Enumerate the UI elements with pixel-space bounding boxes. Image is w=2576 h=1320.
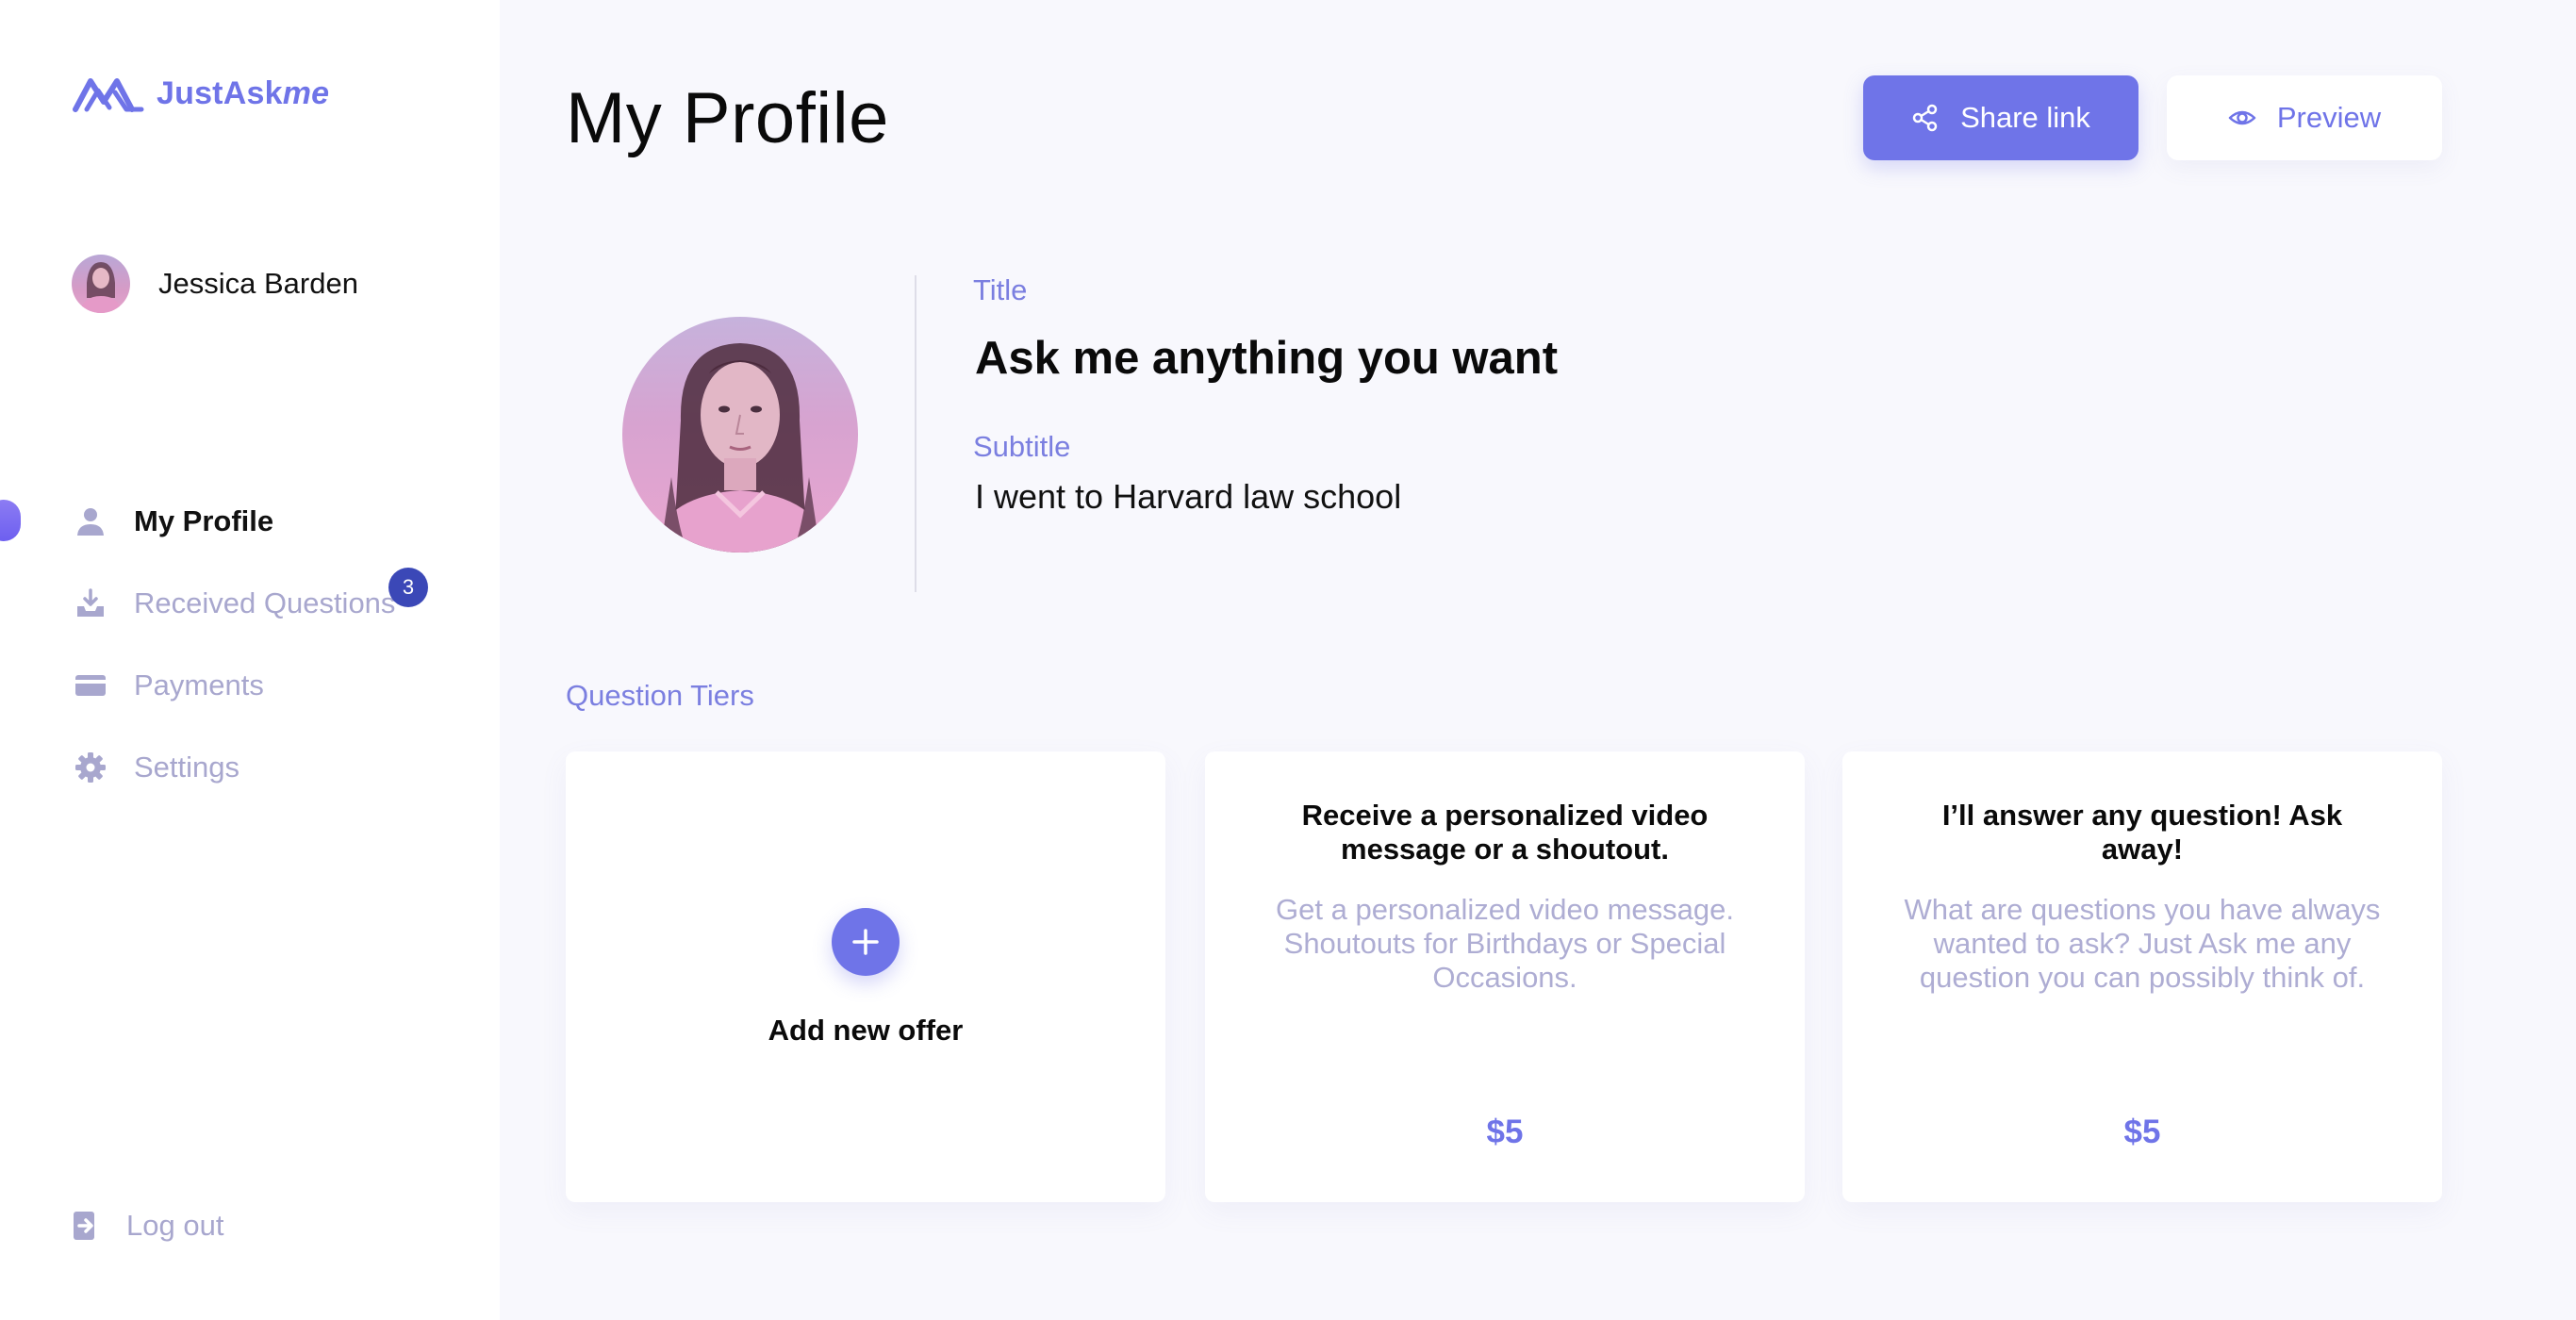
person-icon [72,503,109,540]
share-link-button[interactable]: Share link [1863,75,2138,160]
sidebar-item-my-profile[interactable]: My Profile [72,495,395,548]
add-offer-card[interactable]: Add new offer [566,751,1165,1202]
sidebar-item-label: My Profile [134,504,274,537]
profile-photo[interactable] [622,317,858,553]
eye-icon [2228,110,2256,125]
logo-mark-icon [73,78,144,112]
tier-card[interactable]: Receive a personalized video message or … [1205,751,1805,1202]
title-label: Title [973,273,1028,306]
sidebar-item-label: Settings [134,751,240,784]
brand-name: JustAskme [157,74,330,111]
tier-description: Get a personalized video message. Shouto… [1276,893,1734,994]
title-value[interactable]: Ask me anything you want [975,332,1558,385]
tier-card[interactable]: I’ll answer any question! Ask away! What… [1842,751,2442,1202]
avatar [72,255,130,313]
preview-label: Preview [2276,101,2382,134]
plus-icon [852,929,879,955]
sidebar-item-received-questions[interactable]: Received Questions 3 [72,568,428,630]
tier-price: $5 [1486,1114,1524,1150]
gear-icon [72,749,109,786]
sidebar-item-settings[interactable]: Settings [72,741,395,794]
profile-portrait-icon [651,343,830,553]
subtitle-label: Subtitle [973,430,1071,463]
active-nav-indicator [0,500,21,541]
tier-description: What are questions you have always wante… [1904,893,2381,994]
user-name: Jessica Barden [158,267,358,300]
subtitle-value[interactable]: I went to Harvard law school [975,477,1401,517]
question-tiers-heading: Question Tiers [566,679,754,712]
main-content: My Profile Share link Preview Title Ask … [566,0,2576,1320]
add-offer-label: Add new offer [768,1014,964,1047]
add-offer-button[interactable] [832,908,900,976]
page-title: My Profile [566,78,889,158]
notification-badge: 3 [388,568,428,607]
share-link-label: Share link [1960,101,2090,134]
logout-button[interactable]: Log out [72,1209,223,1243]
sidebar: JustAskme Jessica Barden My Profile Rece… [0,0,500,1320]
inbox-download-icon [72,585,109,622]
preview-button[interactable]: Preview [2167,75,2442,160]
tier-title: I’ll answer any question! Ask away! [1941,799,2343,866]
logout-icon [74,1212,94,1240]
tier-title: Receive a personalized video message or … [1301,799,1709,866]
tier-price: $5 [2123,1114,2161,1150]
vertical-divider [915,275,916,592]
logout-label: Log out [126,1209,224,1242]
user-profile[interactable]: Jessica Barden [72,255,358,313]
sidebar-item-label: Received Questions [134,586,396,619]
credit-card-icon [72,667,109,704]
avatar-portrait-icon [79,262,123,313]
sidebar-item-payments[interactable]: Payments [72,659,395,712]
sidebar-nav: My Profile Received Questions 3 Payments [72,495,428,823]
brand-logo[interactable]: JustAskme [72,72,329,115]
share-icon [1912,104,1938,132]
sidebar-item-label: Payments [134,668,264,701]
